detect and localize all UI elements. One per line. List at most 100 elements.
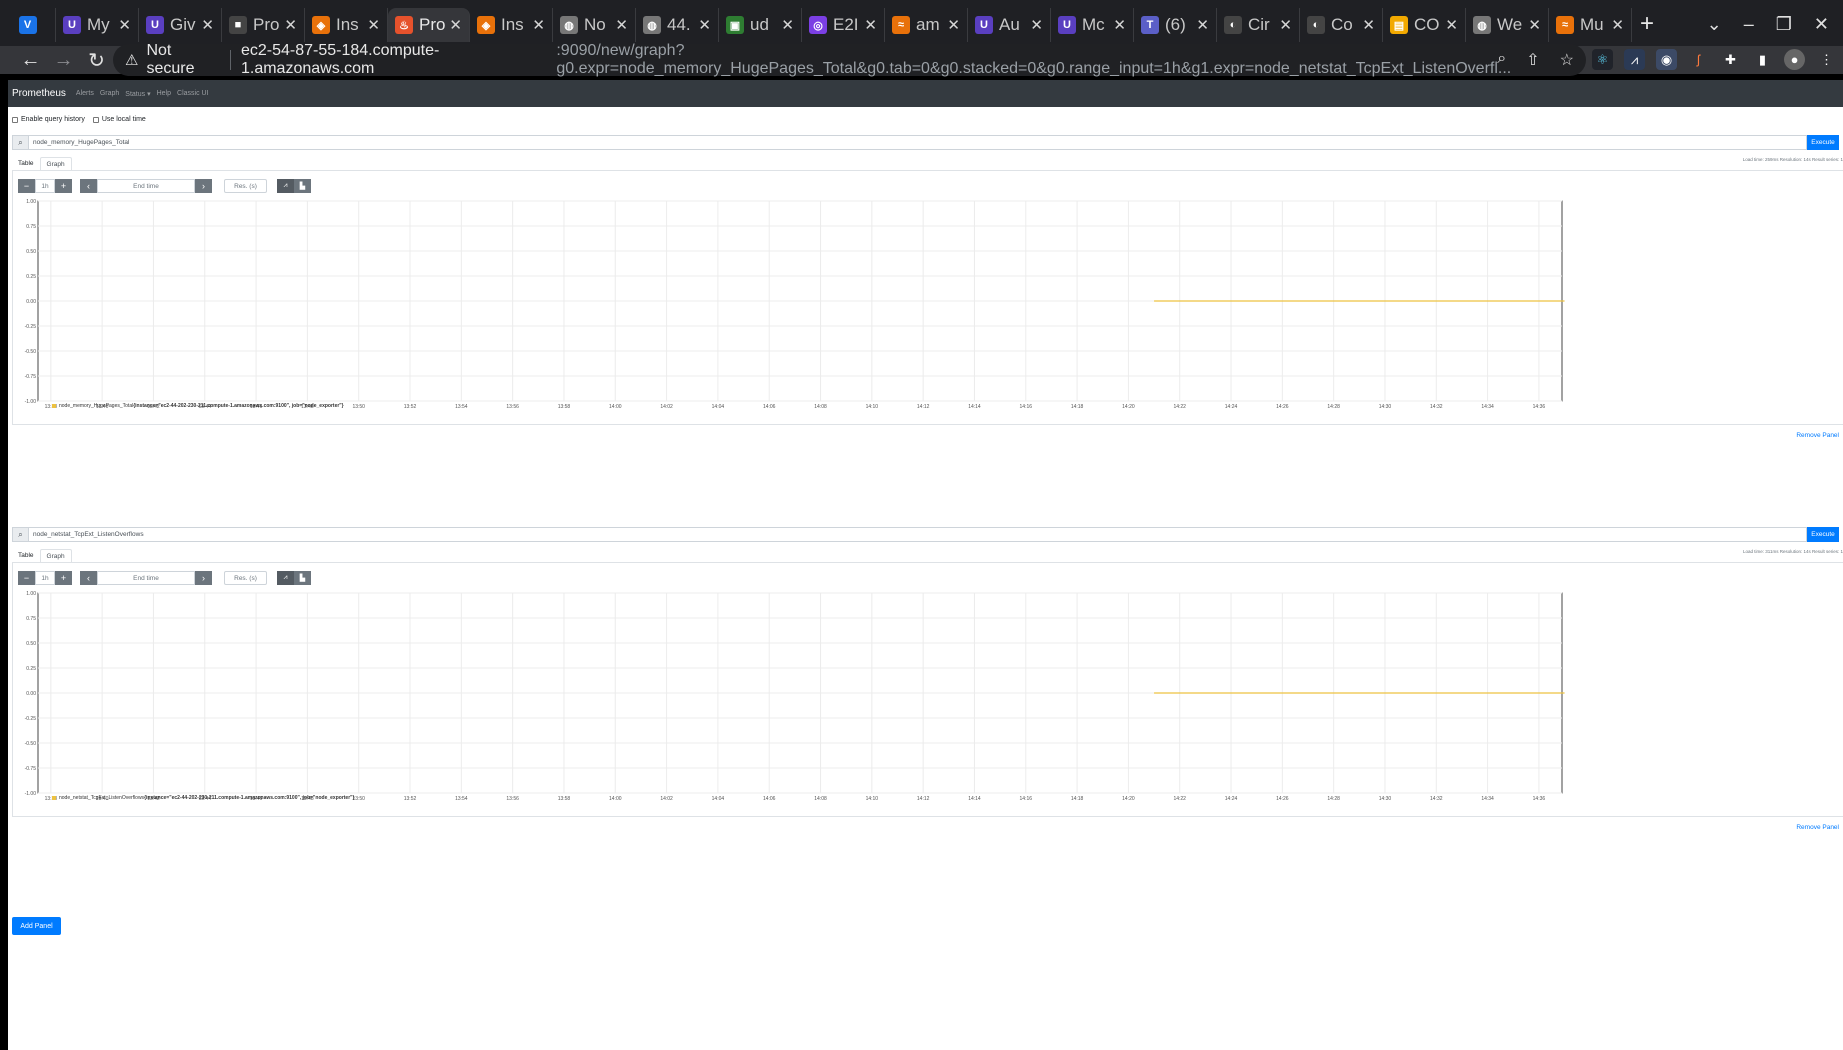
extension-react-icon[interactable]: ⚛ [1592, 49, 1613, 70]
tab-search-icon[interactable]: ⌄ [1707, 14, 1722, 35]
tab-graph[interactable]: Graph [39, 549, 72, 563]
browser-tab[interactable]: U Au ✕ [968, 8, 1051, 42]
nav-alerts[interactable]: Alerts [76, 90, 94, 97]
tab-table[interactable]: Table [12, 157, 40, 171]
browser-tab[interactable]: U Giv ✕ [139, 8, 222, 42]
tab-close-icon[interactable]: ✕ [1113, 16, 1126, 34]
stacked-chart-icon[interactable]: ▙ [294, 179, 311, 193]
menu-kebab-icon[interactable]: ⋮ [1816, 49, 1837, 70]
reload-icon[interactable]: ↻ [80, 48, 113, 73]
query-history-checkbox[interactable] [12, 116, 18, 123]
brand-link[interactable]: Prometheus [12, 88, 66, 99]
tab-close-icon[interactable]: ✕ [532, 16, 545, 34]
nav-help[interactable]: Help [157, 90, 171, 97]
tab-close-icon[interactable]: ✕ [1279, 16, 1292, 34]
nav-status[interactable]: Status ▾ [125, 90, 150, 98]
extensions-puzzle-icon[interactable]: ✚ [1720, 49, 1741, 70]
end-time-input[interactable]: End time [97, 571, 195, 585]
close-window-icon[interactable]: ✕ [1814, 14, 1829, 35]
side-panel-icon[interactable]: ▮ [1752, 49, 1773, 70]
back-icon[interactable]: ← [14, 49, 47, 72]
tab-table[interactable]: Table [12, 549, 40, 563]
unstacked-chart-icon[interactable]: ⩘ [277, 179, 294, 193]
share-icon[interactable]: ⇧ [1526, 50, 1539, 70]
browser-tab[interactable]: ◍ 44. ✕ [636, 8, 719, 42]
tab-favicon-icon: T [1141, 16, 1159, 34]
remove-panel-link[interactable]: Remove Panel [1796, 432, 1839, 439]
end-time-input[interactable]: End time [97, 179, 195, 193]
extension-hook-icon[interactable]: ʃ [1688, 49, 1709, 70]
expression-input[interactable]: node_netstat_TcpExt_ListenOverflows [29, 527, 1807, 542]
browser-tab[interactable]: ≈ Mu ✕ [1549, 8, 1632, 42]
resolution-input[interactable]: Res. (s) [224, 571, 267, 585]
new-tab-button[interactable]: + [1640, 10, 1654, 38]
tab-close-icon[interactable]: ✕ [698, 16, 711, 34]
bookmark-star-icon[interactable]: ☆ [1560, 50, 1574, 70]
browser-tab[interactable]: ≈ am ✕ [885, 8, 968, 42]
browser-tab[interactable]: ▤ CO ✕ [1383, 8, 1466, 42]
tab-close-icon[interactable]: ✕ [1196, 16, 1209, 34]
browser-tab[interactable]: ◐ Cir ✕ [1217, 8, 1300, 42]
tab-close-icon[interactable]: ✕ [201, 16, 214, 34]
tab-close-icon[interactable]: ✕ [118, 16, 131, 34]
tab-close-icon[interactable]: ✕ [615, 16, 628, 34]
tab-close-icon[interactable]: ✕ [1445, 16, 1458, 34]
extension-chart-icon[interactable]: ⩘ [1624, 49, 1645, 70]
range-decrease-button[interactable]: − [18, 571, 35, 585]
local-time-checkbox[interactable] [92, 116, 99, 123]
add-panel-button[interactable]: Add Panel [12, 917, 61, 935]
tab-close-icon[interactable]: ✕ [284, 16, 297, 34]
tab-graph[interactable]: Graph [39, 157, 72, 171]
tab-close-icon[interactable]: ✕ [367, 16, 380, 34]
tab-title: Ins [501, 15, 524, 34]
browser-tab[interactable]: U Mc ✕ [1051, 8, 1134, 42]
browser-tab[interactable]: ◎ E2I ✕ [802, 8, 885, 42]
end-time-forward-button[interactable]: › [195, 571, 212, 585]
tab-close-icon[interactable]: ✕ [1611, 16, 1624, 34]
browser-tab[interactable]: ♨ Pro ✕ [388, 8, 470, 42]
browser-tab[interactable]: ◈ Ins ✕ [305, 8, 388, 42]
resolution-input[interactable]: Res. (s) [224, 179, 267, 193]
end-time-back-button[interactable]: ‹ [80, 571, 97, 585]
remove-panel-link[interactable]: Remove Panel [1796, 824, 1839, 831]
browser-tab[interactable]: U My ✕ [56, 8, 139, 42]
end-time-forward-button[interactable]: › [195, 179, 212, 193]
browser-tab[interactable]: ▣ ud ✕ [719, 8, 802, 42]
tab-close-icon[interactable]: ✕ [1030, 16, 1043, 34]
query-history-label: Enable query history [21, 116, 85, 123]
stacked-chart-icon[interactable]: ▙ [294, 571, 311, 585]
range-input[interactable]: 1h [35, 571, 55, 585]
forward-icon[interactable]: → [47, 49, 80, 72]
tab-close-icon[interactable]: ✕ [1362, 16, 1375, 34]
browser-tab[interactable]: ◐ Co ✕ [1300, 8, 1383, 42]
extension-scan-icon[interactable]: ◉ [1656, 49, 1677, 70]
range-input[interactable]: 1h [35, 179, 55, 193]
profile-avatar-icon[interactable]: ● [1784, 49, 1805, 70]
unstacked-chart-icon[interactable]: ⩘ [277, 571, 294, 585]
tab-close-icon[interactable]: ✕ [781, 16, 794, 34]
range-increase-button[interactable]: + [55, 571, 72, 585]
tab-close-icon[interactable]: ✕ [864, 16, 877, 34]
zoom-icon[interactable]: ⌕ [1497, 50, 1506, 70]
nav-classic-ui[interactable]: Classic UI [177, 90, 209, 97]
minimize-icon[interactable]: – [1744, 14, 1754, 35]
tab-favicon-icon: ◐ [1224, 16, 1242, 34]
nav-graph[interactable]: Graph [100, 90, 119, 97]
restore-icon[interactable]: ❐ [1776, 14, 1792, 35]
end-time-back-button[interactable]: ‹ [80, 179, 97, 193]
expression-input[interactable]: node_memory_HugePages_Total [29, 135, 1807, 150]
tab-close-icon[interactable]: ✕ [449, 16, 462, 34]
browser-tab[interactable]: ◍ We ✕ [1466, 8, 1549, 42]
range-increase-button[interactable]: + [55, 179, 72, 193]
execute-button[interactable]: Execute [1807, 527, 1839, 542]
tab-close-icon[interactable]: ✕ [947, 16, 960, 34]
execute-button[interactable]: Execute [1807, 135, 1839, 150]
address-bar[interactable]: ⚠ Not secure ec2-54-87-55-184.compute-1.… [113, 42, 1586, 77]
browser-tab[interactable]: V [6, 8, 56, 42]
range-decrease-button[interactable]: − [18, 179, 35, 193]
browser-tab[interactable]: ◍ No ✕ [553, 8, 636, 42]
tab-close-icon[interactable]: ✕ [1528, 16, 1541, 34]
browser-tab[interactable]: ◈ Ins ✕ [470, 8, 553, 42]
browser-tab[interactable]: T (6) ✕ [1134, 8, 1217, 42]
browser-tab[interactable]: ■ Pro ✕ [222, 8, 305, 42]
